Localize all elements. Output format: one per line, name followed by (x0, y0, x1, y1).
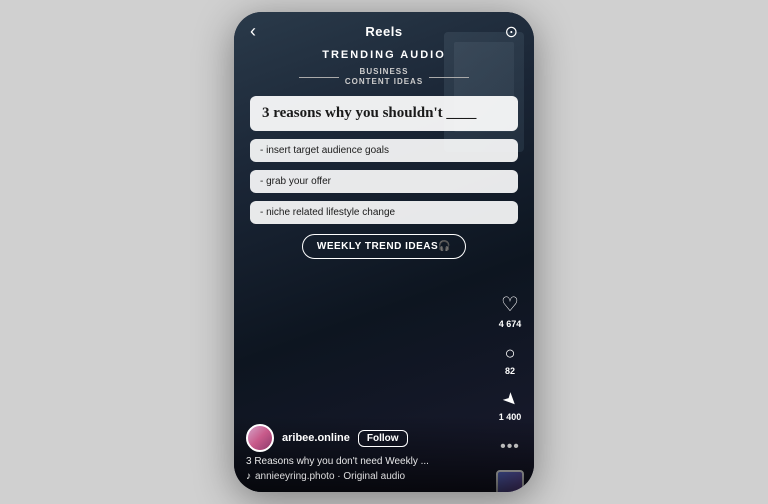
item-card-3: - niche related lifestyle change (250, 201, 518, 224)
audio-row: ♪ annieeyring.photo · Original audio (246, 471, 522, 482)
back-button[interactable]: ‹ (250, 21, 256, 42)
trending-label: TRENDING AUDIO (250, 49, 518, 61)
header-title: Reels (365, 24, 402, 39)
like-icon[interactable]: ♡ (501, 292, 519, 317)
item-card-1: - insert target audience goals (250, 139, 518, 162)
camera-icon[interactable]: ⊙ (505, 22, 518, 42)
title-card: 3 reasons why you shouldn't ____ (250, 96, 518, 132)
reel-content: TRENDING AUDIO BUSINESSCONTENT IDEAS 3 r… (234, 45, 534, 259)
avatar[interactable] (246, 424, 274, 452)
music-note-icon: ♪ (246, 471, 251, 482)
avatar-image (248, 426, 272, 450)
badge-line-right (429, 77, 469, 78)
item-card-2: - grab your offer (250, 170, 518, 193)
trend-button-wrap: WEEKLY TREND IDEAS🎧 (250, 234, 518, 259)
audio-text: annieeyring.photo · Original audio (255, 471, 405, 482)
username[interactable]: aribee.online (282, 432, 350, 444)
comment-action[interactable]: ○ 82 (505, 343, 516, 376)
trend-button[interactable]: WEEKLY TREND IDEAS🎧 (302, 234, 466, 259)
caption: 3 Reasons why you don't need Weekly ... (246, 456, 522, 467)
share-icon[interactable]: ➤ (498, 388, 522, 412)
like-count: 4 674 (499, 319, 522, 329)
user-row: aribee.online Follow (246, 424, 522, 452)
like-action[interactable]: ♡ 4 674 (499, 292, 522, 329)
badge-line-left (299, 77, 339, 78)
phone-frame: ‹ Reels ⊙ TRENDING AUDIO BUSINESSCONTENT… (234, 12, 534, 492)
comment-icon[interactable]: ○ (505, 343, 516, 364)
badge-text: BUSINESSCONTENT IDEAS (345, 67, 423, 88)
follow-button[interactable]: Follow (358, 430, 408, 447)
bottom-bar: aribee.online Follow 3 Reasons why you d… (234, 416, 534, 492)
comment-count: 82 (505, 366, 515, 376)
business-badge: BUSINESSCONTENT IDEAS (250, 67, 518, 88)
header: ‹ Reels ⊙ (234, 12, 534, 45)
